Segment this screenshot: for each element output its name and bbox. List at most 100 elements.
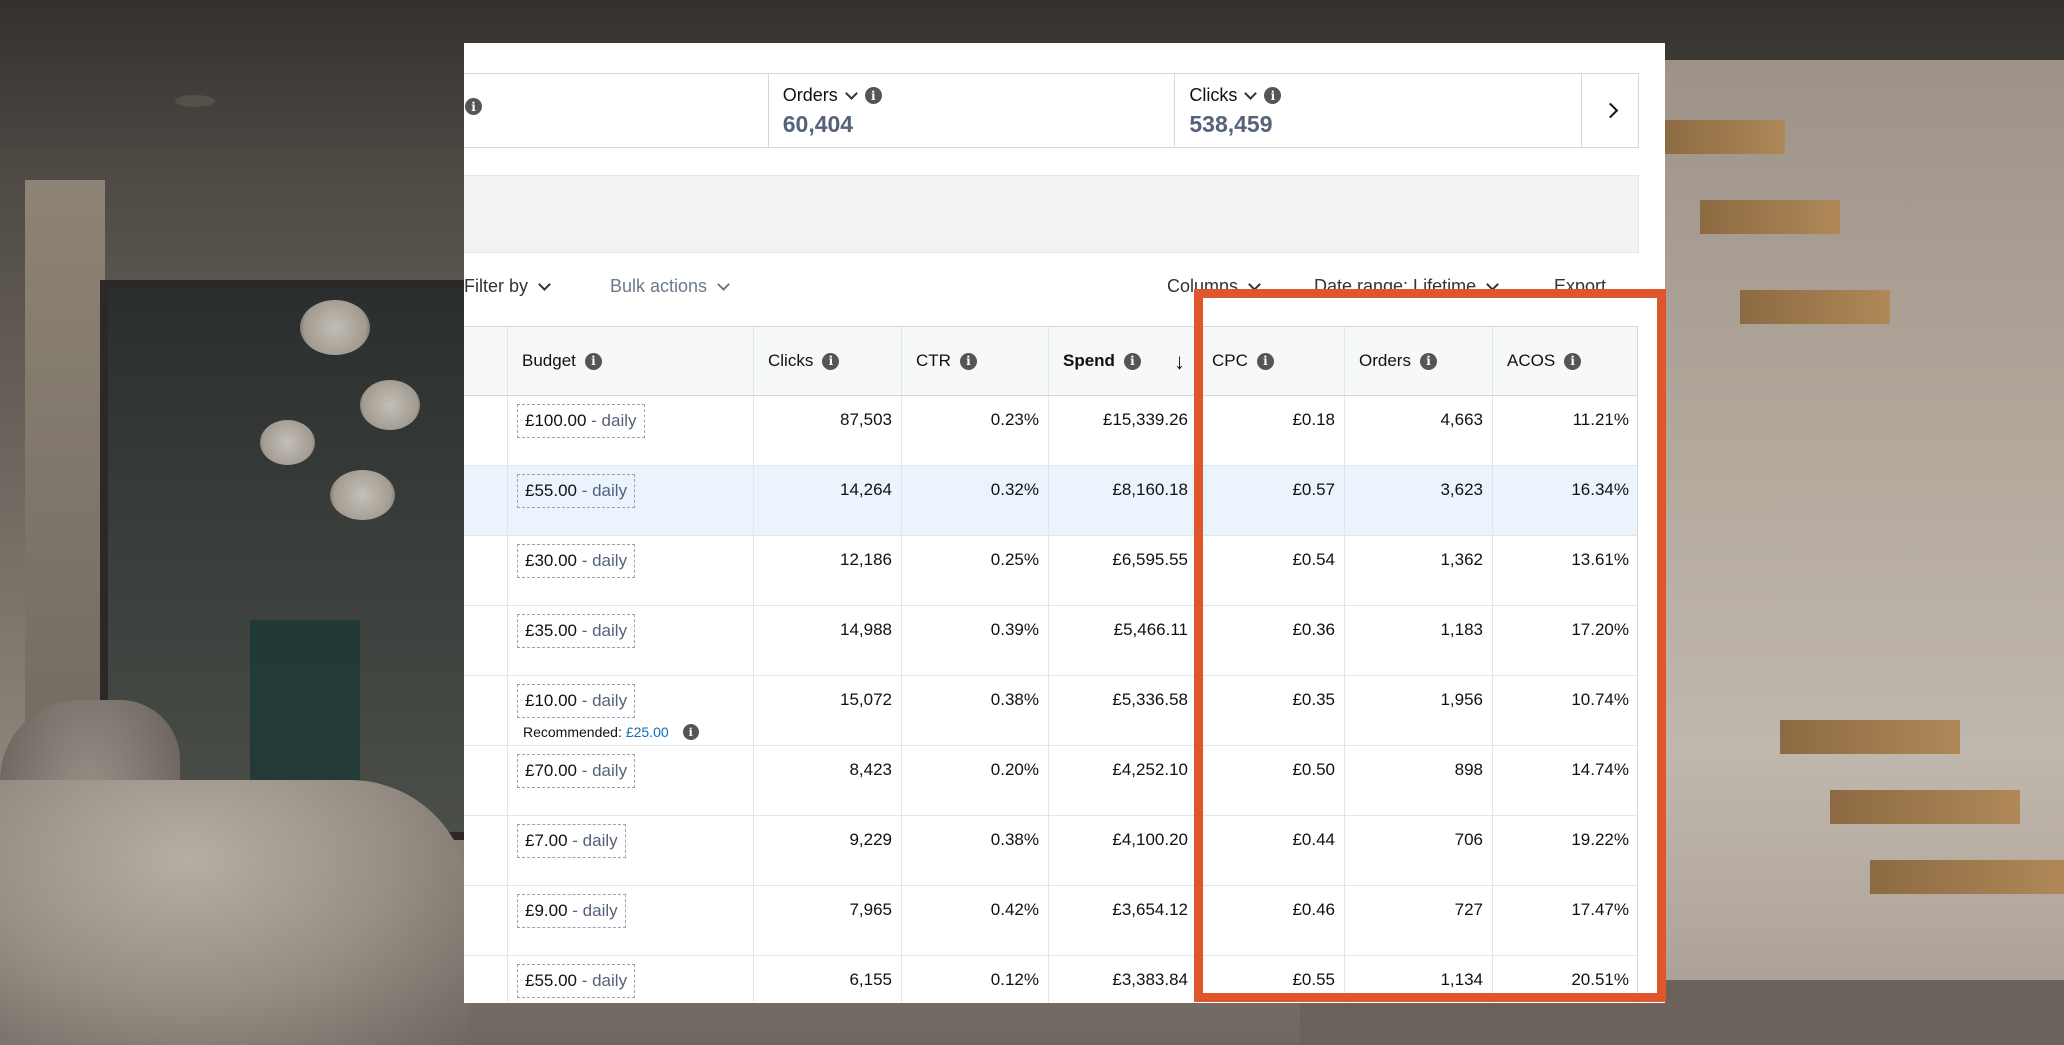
budget-edit-field[interactable]: £100.00 - daily: [517, 404, 645, 438]
budget-edit-field[interactable]: £35.00 - daily: [517, 614, 636, 648]
ctr-value: 0.23%: [990, 410, 1039, 429]
metric-card-clicks[interactable]: Clicks i 538,459: [1175, 74, 1583, 147]
clicks-value: 87,503: [840, 410, 892, 429]
budget-cell: £10.00 - daily Recommended: £25.00 i: [508, 676, 754, 745]
acos-value: 13.61%: [1571, 550, 1629, 569]
table-row[interactable]: £10.00 - daily Recommended: £25.00 i 15,072 0…: [464, 676, 1637, 746]
acos-cell: 17.47%: [1493, 886, 1638, 955]
budget-edit-field[interactable]: £70.00 - daily: [517, 754, 636, 788]
background-stair: [1700, 200, 1840, 234]
date-range-dropdown[interactable]: Date range: Lifetime: [1314, 276, 1499, 297]
info-icon[interactable]: i: [864, 87, 882, 104]
cpc-value: £0.44: [1292, 830, 1335, 849]
info-icon[interactable]: i: [959, 352, 977, 370]
info-icon[interactable]: i: [1564, 352, 1582, 370]
header-ctr[interactable]: CTR i: [902, 327, 1049, 395]
orders-cell: 706: [1345, 816, 1493, 885]
acos-cell: 11.21%: [1493, 396, 1638, 465]
acos-cell: 13.61%: [1493, 536, 1638, 605]
budget-edit-field[interactable]: £9.00 - daily: [517, 894, 626, 928]
background-sofa: [0, 780, 470, 1045]
clicks-cell: 15,072: [754, 676, 902, 745]
table-row[interactable]: £35.00 - daily 14,988 0.39% £5,466.11 £0.36 1…: [464, 606, 1637, 676]
table-row[interactable]: £9.00 - daily 7,965 0.42% £3,654.12 £0.46 727…: [464, 886, 1637, 956]
sort-descending-icon[interactable]: ↓: [1174, 349, 1185, 375]
chevron-down-icon: [1486, 277, 1499, 291]
table-row[interactable]: £55.00 - daily 14,264 0.32% £8,160.18 £0.57 3…: [464, 466, 1637, 536]
info-icon[interactable]: i: [682, 724, 699, 740]
info-icon[interactable]: i: [584, 352, 602, 370]
info-icon[interactable]: i: [1264, 87, 1282, 104]
spend-value: £15,339.26: [1102, 410, 1188, 429]
recommended-budget-link[interactable]: £25.00: [626, 724, 669, 740]
row-cell-partial: [464, 886, 508, 955]
acos-cell: 10.74%: [1493, 676, 1638, 745]
budget-edit-field[interactable]: £10.00 - daily: [517, 684, 636, 718]
budget-edit-field[interactable]: £30.00 - daily: [517, 544, 636, 578]
table-row[interactable]: £30.00 - daily 12,186 0.25% £6,595.55 £0.54 1…: [464, 536, 1637, 606]
row-cell-partial: [464, 746, 508, 815]
chevron-down-icon[interactable]: [1244, 86, 1258, 100]
cpc-value: £0.50: [1292, 760, 1335, 779]
budget-cell: £55.00 - daily: [508, 956, 754, 1003]
info-icon[interactable]: i: [822, 352, 840, 370]
budget-amount: £7.00: [525, 831, 568, 850]
metric-card-orders[interactable]: Orders i 60,404: [769, 74, 1176, 147]
orders-value: 706: [1454, 830, 1483, 849]
orders-cell: 727: [1345, 886, 1493, 955]
header-orders[interactable]: Orders i: [1345, 327, 1493, 395]
budget-amount: £10.00: [525, 691, 577, 710]
budget-amount: £30.00: [525, 551, 577, 570]
budget-amount: £100.00: [525, 411, 587, 430]
table-row[interactable]: £7.00 - daily 9,229 0.38% £4,100.20 £0.44 706…: [464, 816, 1637, 886]
bulk-actions-dropdown[interactable]: Bulk actions: [610, 276, 730, 297]
info-icon[interactable]: i: [1256, 352, 1274, 370]
cpc-cell: £0.46: [1198, 886, 1345, 955]
background-pendant-lamp: [300, 300, 370, 355]
export-button[interactable]: Export: [1554, 276, 1606, 297]
ctr-value: 0.32%: [990, 480, 1039, 499]
filter-by-dropdown[interactable]: Filter by: [464, 276, 551, 297]
orders-cell: 1,134: [1345, 956, 1493, 1003]
budget-edit-field[interactable]: £55.00 - daily: [517, 474, 636, 508]
budget-period: - daily: [567, 901, 618, 920]
columns-label: Columns: [1167, 276, 1239, 296]
info-icon[interactable]: i: [1123, 352, 1141, 370]
campaign-manager-panel: i Orders i 60,404 Clicks i 538,459 Filte…: [464, 43, 1665, 1003]
table-row[interactable]: £55.00 - daily 6,155 0.12% £3,383.84 £0.55 1,…: [464, 956, 1637, 1003]
budget-amount: £35.00: [525, 621, 577, 640]
info-icon[interactable]: i: [465, 98, 482, 115]
budget-period: - daily: [577, 761, 628, 780]
cpc-value: £0.55: [1292, 970, 1335, 989]
clicks-cell: 12,186: [754, 536, 902, 605]
cpc-value: £0.54: [1292, 550, 1335, 569]
next-metrics-button[interactable]: [1582, 74, 1638, 147]
campaign-table: Budget i Clicks i CTR i Spend i ↓ CPC i Order…: [464, 326, 1638, 1003]
cpc-cell: £0.18: [1198, 396, 1345, 465]
background-plant: [250, 620, 360, 800]
header-spend[interactable]: Spend i ↓: [1049, 327, 1198, 395]
spend-value: £4,252.10: [1112, 760, 1188, 779]
cpc-cell: £0.57: [1198, 466, 1345, 535]
clicks-value: 9,229: [849, 830, 892, 849]
budget-edit-field[interactable]: £55.00 - daily: [517, 964, 636, 998]
header-budget[interactable]: Budget i: [508, 327, 754, 395]
chevron-down-icon[interactable]: [844, 86, 858, 100]
export-label: Export: [1554, 276, 1607, 296]
budget-period: - daily: [577, 971, 628, 990]
orders-cell: 3,623: [1345, 466, 1493, 535]
row-cell-partial: [464, 816, 508, 885]
table-row[interactable]: £70.00 - daily 8,423 0.20% £4,252.10 £0.50 89…: [464, 746, 1637, 816]
budget-edit-field[interactable]: £7.00 - daily: [517, 824, 626, 858]
table-row[interactable]: £100.00 - daily 87,503 0.23% £15,339.26 £0.1…: [464, 396, 1637, 466]
metric-card-partial[interactable]: i: [464, 74, 769, 147]
info-icon[interactable]: i: [1419, 352, 1437, 370]
clicks-cell: 87,503: [754, 396, 902, 465]
header-acos[interactable]: ACOS i: [1493, 327, 1638, 395]
orders-value: 1,134: [1440, 970, 1483, 989]
header-cpc[interactable]: CPC i: [1198, 327, 1345, 395]
header-clicks[interactable]: Clicks i: [754, 327, 902, 395]
background-pendant-lamp: [360, 380, 420, 430]
columns-dropdown[interactable]: Columns: [1167, 276, 1261, 297]
acos-cell: 14.74%: [1493, 746, 1638, 815]
